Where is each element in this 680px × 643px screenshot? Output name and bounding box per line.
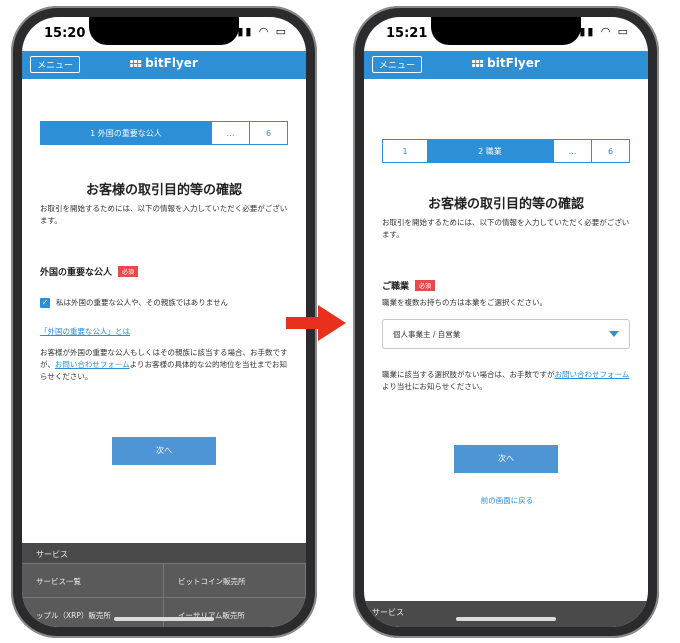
pep-checkbox-row[interactable]: ✓ 私は外国の重要な公人や、その親族ではありません: [40, 297, 228, 308]
pep-note: お客様が外国の重要な公人もしくはその親族に該当する場合、お手数ですが、お問い合わ…: [40, 347, 290, 383]
left-phone-frame: 15:20 ➤ ▮▮▮ ◠ ▭ メニュー bitFlyer 1 外国の重要な公人…: [11, 6, 317, 638]
required-badge: 必須: [415, 280, 436, 291]
step-1: 1: [383, 140, 427, 162]
section-label: 外国の重要な公人: [40, 268, 113, 278]
pep-info-link[interactable]: 「外国の重要な公人」とは: [40, 327, 130, 336]
step-6: 6: [249, 122, 287, 144]
step-ellipsis: …: [211, 122, 249, 144]
progress-steps: 1 外国の重要な公人 … 6: [40, 121, 288, 145]
occupation-select[interactable]: 個人事業主 / 自営業: [382, 319, 630, 349]
step-6: 6: [591, 140, 629, 162]
section-title: ご職業 必須: [382, 279, 436, 292]
step-ellipsis: …: [553, 140, 591, 162]
contact-form-link[interactable]: お問い合わせフォーム: [555, 370, 630, 379]
footer-item[interactable]: ップル（XRP）販売所: [22, 597, 164, 627]
next-button[interactable]: 次へ: [112, 437, 216, 465]
logo[interactable]: bitFlyer: [472, 56, 540, 70]
footer-header: サービス: [364, 601, 648, 627]
back-link[interactable]: 前の画面に戻る: [481, 496, 534, 505]
menu-button[interactable]: メニュー: [372, 56, 423, 73]
section-title: 外国の重要な公人 必須: [40, 265, 139, 278]
intro-text: お取引を開始するためには、以下の情報を入力していただく必要がございます。: [382, 218, 630, 239]
brand-name: bitFlyer: [487, 56, 540, 70]
notch: [431, 17, 581, 45]
right-screen: 15:21 ➤ ▮▮▮ ◠ ▭ メニュー bitFlyer 1 2 職業 … 6…: [364, 17, 648, 627]
brand-name: bitFlyer: [145, 56, 198, 70]
contact-form-link[interactable]: お問い合わせフォーム: [55, 360, 130, 369]
right-arrow-icon: [286, 305, 346, 341]
back-link-row: 前の画面に戻る: [382, 495, 632, 507]
notch: [89, 17, 239, 45]
step-2: 2 職業: [427, 140, 553, 162]
right-phone-frame: 15:21 ➤ ▮▮▮ ◠ ▭ メニュー bitFlyer 1 2 職業 … 6…: [353, 6, 659, 638]
checkbox-checked-icon[interactable]: ✓: [40, 297, 50, 308]
step-1: 1 外国の重要な公人: [41, 122, 211, 144]
required-badge: 必須: [118, 266, 139, 277]
footer-header: サービス: [22, 543, 306, 563]
bitflyer-logo-icon: [472, 59, 484, 67]
logo[interactable]: bitFlyer: [130, 56, 198, 70]
select-value: 個人事業主 / 自営業: [393, 330, 461, 339]
app-header: メニュー bitFlyer: [22, 51, 306, 79]
footer-item[interactable]: イーサリアム販売所: [164, 597, 306, 627]
chevron-down-icon: [609, 331, 619, 337]
footer-item[interactable]: ビットコイン販売所: [164, 563, 306, 597]
progress-steps: 1 2 職業 … 6: [382, 139, 630, 163]
home-indicator[interactable]: [456, 617, 556, 621]
app-header: メニュー bitFlyer: [364, 51, 648, 79]
note-text: 職業に該当する選択肢がない場合は、お手数ですが: [382, 370, 555, 379]
occupation-hint: 職業を複数お持ちの方は本業をご選択ください。: [382, 298, 547, 307]
menu-button[interactable]: メニュー: [30, 56, 81, 73]
checkbox-label: 私は外国の重要な公人や、その親族ではありません: [56, 298, 229, 307]
note-text-end: より当社にお知らせください。: [382, 382, 487, 391]
footer-item[interactable]: サービス一覧: [22, 563, 164, 597]
left-screen: 15:20 ➤ ▮▮▮ ◠ ▭ メニュー bitFlyer 1 外国の重要な公人…: [22, 17, 306, 627]
page-title: お客様の取引目的等の確認: [85, 183, 242, 198]
page-title: お客様の取引目的等の確認: [427, 197, 584, 212]
next-button[interactable]: 次へ: [454, 445, 558, 473]
section-label: ご職業: [382, 282, 410, 292]
intro-text: お取引を開始するためには、以下の情報を入力していただく必要がございます。: [40, 204, 288, 225]
occupation-note: 職業に該当する選択肢がない場合は、お手数ですがお問い合わせフォームより当社にお知…: [382, 369, 632, 393]
bitflyer-logo-icon: [130, 59, 142, 67]
pep-info-link-row: 「外国の重要な公人」とは: [40, 326, 290, 338]
home-indicator[interactable]: [114, 617, 214, 621]
